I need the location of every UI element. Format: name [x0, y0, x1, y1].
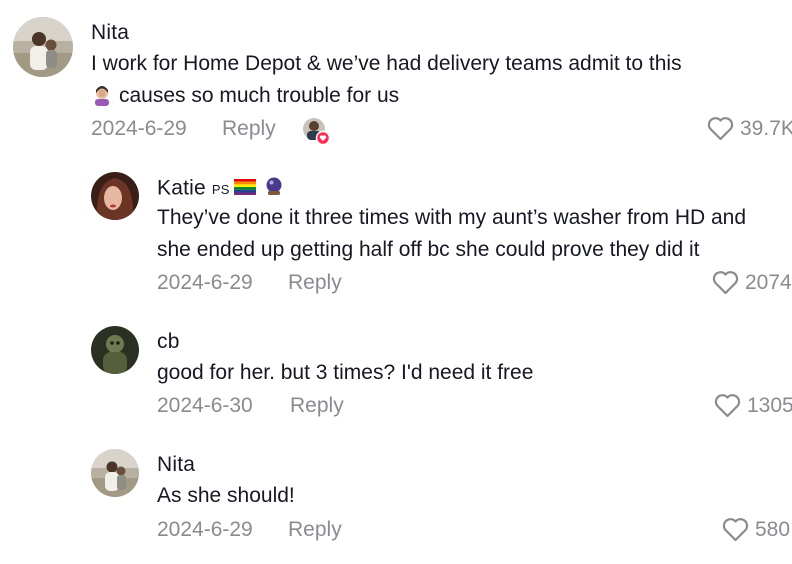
like-button[interactable]: 1305	[714, 393, 792, 418]
comment-text: I work for Home Depot & we’ve had delive…	[91, 52, 682, 75]
like-count: 1305	[747, 393, 792, 417]
avatar[interactable]	[91, 449, 139, 497]
reply-item: Katie PS They’ve done it three times with…	[0, 150, 792, 300]
reply-button[interactable]: Reply	[288, 518, 342, 542]
avatar[interactable]	[91, 172, 139, 220]
heart-icon	[714, 394, 741, 418]
reply-button[interactable]: Reply	[222, 117, 276, 141]
heart-icon	[722, 518, 749, 542]
comment-text: causes so much trouble for us	[91, 80, 399, 116]
comment-text: They’ve done it three times with my aunt…	[157, 206, 747, 229]
woman-facepalming-icon	[91, 84, 113, 116]
username-text: Katie	[157, 176, 206, 200]
comment-text: As she should!	[157, 484, 295, 507]
like-count: 2074	[745, 270, 792, 294]
comment-date: 2024-6-29	[157, 518, 253, 541]
comment-date: 2024-6-30	[157, 394, 253, 417]
like-button[interactable]: 2074	[712, 270, 792, 295]
username[interactable]: Katie PS	[157, 176, 284, 202]
username[interactable]: Nita	[91, 21, 129, 45]
comment-date: 2024-6-29	[91, 117, 187, 140]
like-count: 39.7K	[740, 116, 792, 140]
like-count: 580	[755, 517, 791, 541]
ps-badge: PS	[211, 181, 230, 197]
creator-liked-badge	[302, 117, 331, 146]
crystal-ball-icon	[264, 176, 284, 202]
rainbow-flag-icon	[233, 177, 256, 201]
comment-text-continued: causes so much trouble for us	[119, 84, 400, 107]
like-button[interactable]: 39.7K	[707, 116, 792, 141]
comment-item: Nita I work for Home Depot & we’ve had d…	[0, 0, 792, 150]
reply-button[interactable]: Reply	[288, 271, 342, 295]
heart-icon	[707, 117, 734, 141]
reply-button[interactable]: Reply	[290, 394, 344, 418]
username[interactable]: cb	[157, 330, 180, 354]
comment-text: good for her. but 3 times? I'd need it f…	[157, 361, 534, 384]
comment-thread: Nita I work for Home Depot & we’ve had d…	[0, 0, 792, 564]
heart-icon	[712, 271, 739, 295]
comment-date: 2024-6-29	[157, 271, 253, 294]
comment-text: she ended up getting half off bc she cou…	[157, 238, 700, 261]
reply-item: Nita As she should! 2024-6-29 Reply 580	[0, 425, 792, 564]
avatar[interactable]	[13, 17, 73, 77]
like-button[interactable]: 580	[722, 517, 790, 542]
reply-item: cb good for her. but 3 times? I'd need i…	[0, 300, 792, 425]
username[interactable]: Nita	[157, 453, 195, 477]
avatar[interactable]	[91, 326, 139, 374]
